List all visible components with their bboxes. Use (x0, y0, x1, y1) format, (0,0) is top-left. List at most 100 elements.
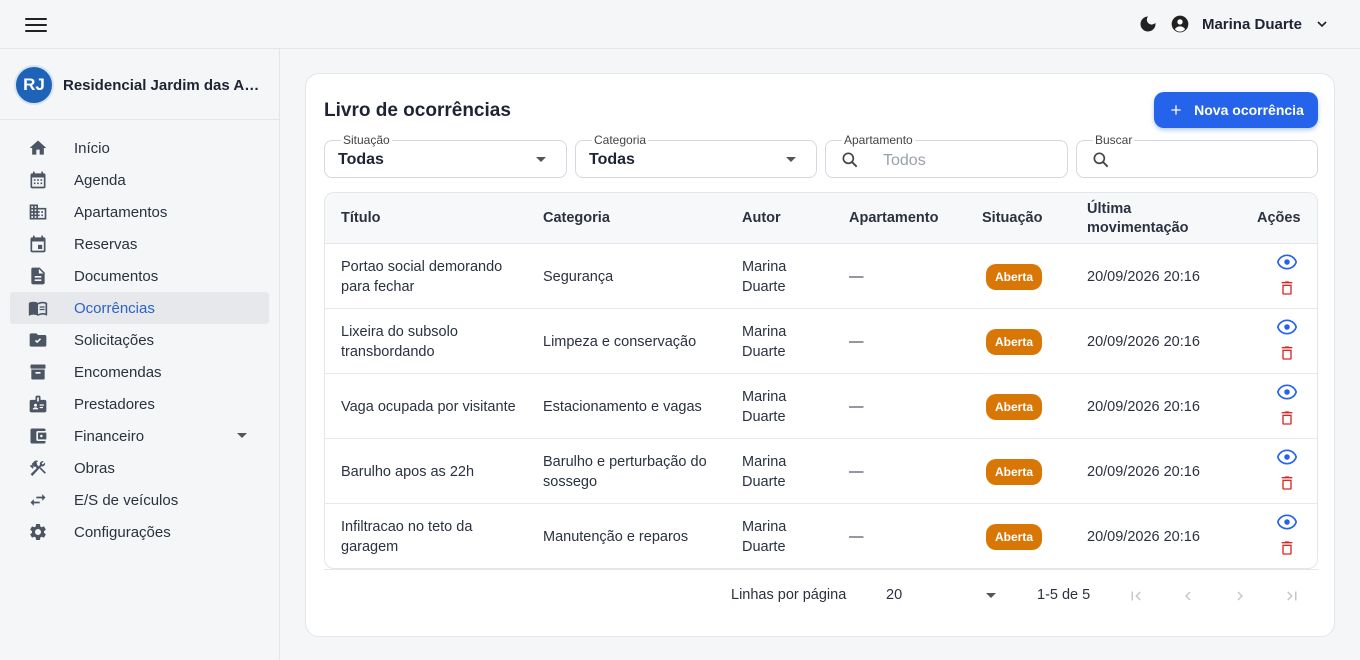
trash-icon[interactable] (1279, 280, 1295, 296)
situacao-label: Situação (341, 133, 392, 147)
user-name[interactable]: Marina Duarte (1202, 16, 1302, 33)
sidebar-item-encomendas[interactable]: Encomendas (10, 356, 269, 388)
cell-autor: Marina Duarte (742, 388, 787, 425)
eye-icon[interactable] (1277, 384, 1297, 400)
trash-icon[interactable] (1279, 345, 1295, 361)
eye-icon[interactable] (1277, 254, 1297, 270)
org-name: Residencial Jardim das Acácias (63, 76, 263, 94)
last-page-icon[interactable] (1280, 584, 1304, 608)
cell-categoria: Barulho e perturbação do sossego (543, 453, 707, 490)
sidebar-item-label: Obras (74, 459, 115, 477)
chevron-down-icon[interactable] (986, 593, 996, 598)
cell-titulo: Infiltracao no teto da garagem (341, 518, 473, 555)
col-categoria[interactable]: Categoria (543, 193, 610, 244)
col-titulo[interactable]: Título (341, 193, 380, 244)
new-occurrence-button[interactable]: Nova ocorrência (1154, 92, 1318, 128)
rows-per-page-select[interactable]: 20 (886, 587, 902, 603)
first-page-icon[interactable] (1124, 584, 1148, 608)
search-icon (842, 152, 858, 168)
cell-categoria: Limpeza e conservação (543, 333, 697, 350)
col-ultima-movimentacao[interactable]: Última movimentação (1087, 193, 1207, 244)
status-badge: Aberta (986, 458, 1043, 485)
cell-apartamento: — (849, 268, 864, 285)
occurrences-card: Livro de ocorrências Nova ocorrência Sit… (305, 73, 1335, 637)
sidebar-item-label: Agenda (74, 171, 126, 189)
occurrences-table: Título Categoria Autor Apartamento Situa… (324, 192, 1318, 569)
sidebar-item-prestadores[interactable]: Prestadores (10, 388, 269, 420)
sidebar-item-apartamentos[interactable]: Apartamentos (10, 196, 269, 228)
chevron-down-icon (536, 157, 546, 162)
trash-icon[interactable] (1279, 475, 1295, 491)
cell-apartamento: — (849, 398, 864, 415)
status-badge: Aberta (986, 393, 1043, 420)
sidebar-item-label: Apartamentos (74, 203, 168, 221)
apartamento-field[interactable]: Apartamento Todos (825, 133, 1068, 178)
col-autor[interactable]: Autor (742, 193, 781, 244)
table-row[interactable]: Vaga ocupada por visitante Estacionament… (325, 374, 1317, 439)
sidebar-item-reservas[interactable]: Reservas (10, 228, 269, 260)
tools-icon (28, 458, 48, 478)
col-apartamento[interactable]: Apartamento (849, 193, 938, 244)
sidebar-item-obras[interactable]: Obras (10, 452, 269, 484)
cell-apartamento: — (849, 463, 864, 480)
eye-icon[interactable] (1277, 319, 1297, 335)
trash-icon[interactable] (1279, 410, 1295, 426)
cell-autor: Marina Duarte (742, 323, 787, 360)
sidebar-item-label: Documentos (74, 267, 159, 285)
eye-icon[interactable] (1277, 449, 1297, 465)
cell-movimentacao: 20/09/2026 20:16 (1087, 528, 1200, 545)
row-actions (1277, 384, 1299, 430)
apartamento-placeholder: Todos (883, 152, 926, 169)
wallet-icon (28, 426, 48, 446)
cell-titulo: Vaga ocupada por visitante (341, 398, 516, 415)
dark-mode-icon[interactable] (1138, 14, 1158, 34)
row-actions (1277, 254, 1299, 300)
sidebar-item-solicitacoes[interactable]: Solicitações (10, 324, 269, 356)
eye-icon[interactable] (1277, 514, 1297, 530)
next-page-icon[interactable] (1228, 584, 1252, 608)
cell-movimentacao: 20/09/2026 20:16 (1087, 333, 1200, 350)
col-situacao[interactable]: Situação (982, 193, 1042, 244)
table-row[interactable]: Barulho apos as 22h Barulho e perturbaçã… (325, 439, 1317, 504)
menu-icon[interactable] (25, 15, 47, 33)
org-avatar: RJ (14, 65, 54, 105)
org-switcher[interactable]: RJ Residencial Jardim das Acácias (14, 65, 269, 105)
prev-page-icon[interactable] (1176, 584, 1200, 608)
sidebar-item-configuracoes[interactable]: Configurações (10, 516, 269, 548)
apartamento-label: Apartamento (842, 133, 915, 147)
col-acoes: Ações (1257, 210, 1301, 226)
search-icon (1093, 152, 1109, 168)
sidebar-item-financeiro[interactable]: Financeiro (10, 420, 269, 452)
sidebar-item-es-veiculos[interactable]: E/S de veículos (10, 484, 269, 516)
calendar-icon (28, 170, 48, 190)
sidebar-item-documentos[interactable]: Documentos (10, 260, 269, 292)
cell-movimentacao: 20/09/2026 20:16 (1087, 463, 1200, 480)
building-icon (28, 202, 48, 222)
cell-categoria: Segurança (543, 268, 614, 285)
sidebar-item-agenda[interactable]: Agenda (10, 164, 269, 196)
search-input[interactable]: Buscar (1076, 133, 1318, 178)
row-actions (1277, 514, 1299, 560)
situacao-select[interactable]: Situação Todas (324, 133, 567, 178)
sidebar: RJ Residencial Jardim das Acácias Início… (0, 49, 280, 660)
account-icon[interactable] (1170, 14, 1190, 34)
swap-icon (28, 490, 48, 510)
sidebar-item-label: Reservas (74, 235, 138, 253)
divider (0, 119, 279, 120)
row-actions (1277, 449, 1299, 495)
expand-caret-icon[interactable] (237, 433, 247, 438)
chevron-down-icon[interactable] (1314, 16, 1330, 32)
table-row[interactable]: Portao social demorando para fechar Segu… (325, 244, 1317, 309)
table-row[interactable]: Infiltracao no teto da garagem Manutençã… (325, 504, 1317, 568)
cell-movimentacao: 20/09/2026 20:16 (1087, 398, 1200, 415)
book-icon (28, 298, 48, 318)
table-row[interactable]: Lixeira do subsolo transbordando Limpeza… (325, 309, 1317, 374)
search-label: Buscar (1093, 133, 1135, 147)
categoria-select[interactable]: Categoria Todas (575, 133, 817, 178)
gear-icon (28, 522, 48, 542)
sidebar-item-inicio[interactable]: Início (10, 132, 269, 164)
trash-icon[interactable] (1279, 540, 1295, 556)
sidebar-item-label: E/S de veículos (74, 491, 179, 509)
sidebar-item-ocorrencias[interactable]: Ocorrências (10, 292, 269, 324)
chevron-down-icon (786, 157, 796, 162)
